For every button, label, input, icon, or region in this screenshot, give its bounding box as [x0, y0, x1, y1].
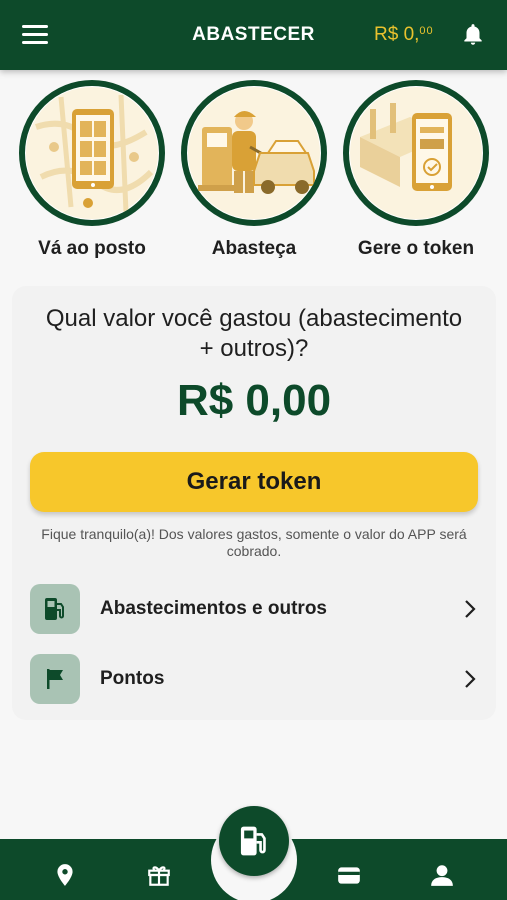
user-icon[interactable] [429, 862, 455, 888]
list-item-fuel-and-others[interactable]: Abastecimentos e outros [30, 584, 478, 634]
step-generate-token: Gere o token [341, 80, 491, 260]
step-go-to-station: Vá ao posto [17, 80, 167, 260]
balance-currency: R$ 0, [374, 24, 420, 45]
bell-icon[interactable] [460, 22, 486, 48]
step-label: Vá ao posto [38, 238, 146, 259]
balance-cents: 00 [419, 25, 434, 37]
list-item-label: Pontos [100, 668, 165, 689]
map-phone-illustration [19, 80, 165, 226]
flag-icon [30, 654, 80, 704]
fuel-pump-car-illustration [181, 80, 327, 226]
list-item-label: Abastecimentos e outros [100, 598, 327, 619]
list-item-points[interactable]: Pontos [30, 654, 478, 704]
wallet-icon[interactable] [336, 862, 362, 888]
charge-note: Fique tranquilo(a)! Dos valores gastos, … [41, 526, 467, 559]
amount-value[interactable]: R$ 0,00 [12, 376, 496, 426]
gift-icon[interactable] [146, 862, 172, 888]
step-refuel: Abasteça [179, 80, 329, 260]
phone-token-illustration [343, 80, 489, 226]
step-label: Abasteça [211, 238, 297, 259]
generate-token-button[interactable]: Gerar token [30, 452, 478, 512]
spent-question: Qual valor você gastou (abastecimento + … [45, 305, 463, 362]
how-it-works-steps: Vá ao posto Abasteça Gere o token [0, 80, 507, 270]
top-app-bar: ABASTECER R$ 0,00 [0, 0, 507, 70]
step-label: Gere o token [357, 238, 475, 259]
chevron-right-icon [465, 670, 476, 688]
fuel-pump-icon [30, 584, 80, 634]
payment-card: Qual valor você gastou (abastecimento + … [12, 286, 496, 720]
chevron-right-icon [465, 600, 476, 618]
balance-display: R$ 0,00 [374, 24, 434, 46]
location-pin-icon[interactable] [52, 862, 78, 888]
fuel-pump-icon[interactable] [219, 806, 289, 876]
